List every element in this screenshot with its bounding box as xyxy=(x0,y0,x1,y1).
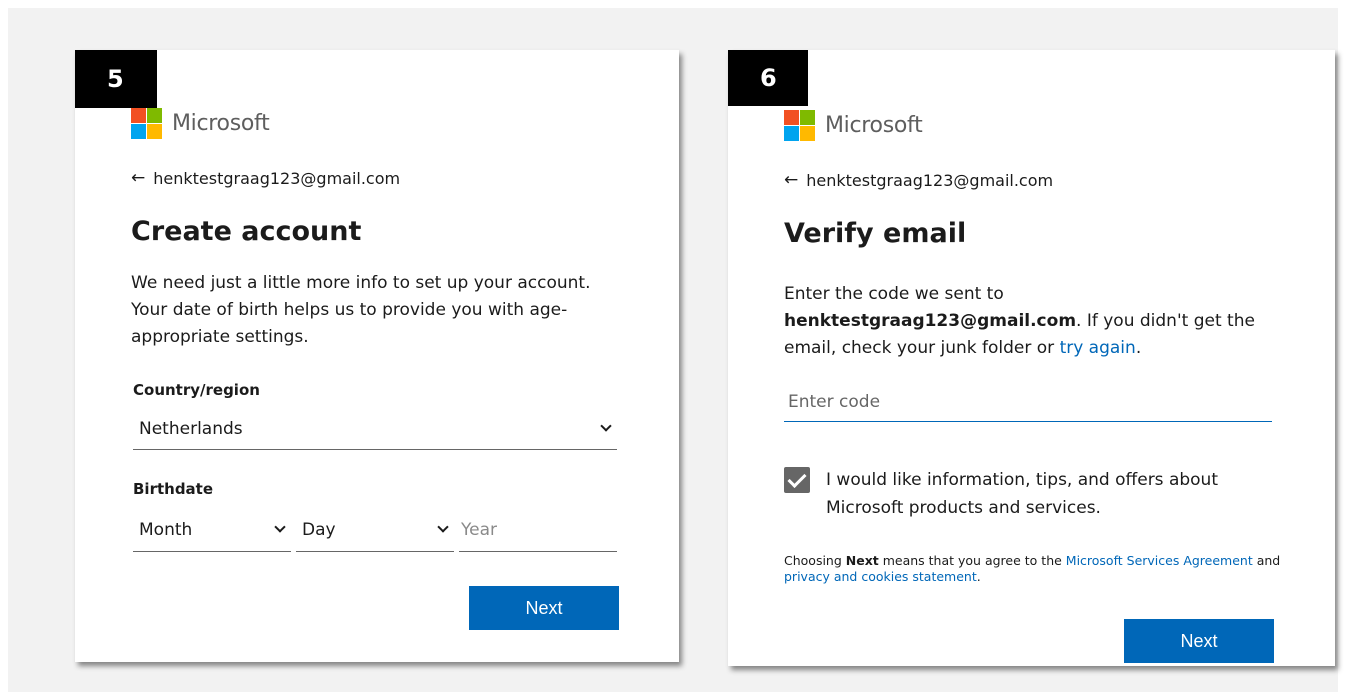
next-button[interactable]: Next xyxy=(1124,619,1274,663)
chevron-down-icon xyxy=(275,525,285,535)
step-badge: 5 xyxy=(75,50,157,108)
opt-in-label: I would like information, tips, and offe… xyxy=(826,470,1218,518)
code-input[interactable] xyxy=(784,382,1272,422)
page-title: Create account xyxy=(131,216,362,247)
day-value: Day xyxy=(302,519,336,540)
back-arrow-icon: ← xyxy=(131,168,146,188)
create-account-card: 5 Microsoft ← henktestgraag123@gmail.com… xyxy=(75,50,679,662)
page-description: We need just a little more info to set u… xyxy=(131,273,591,347)
country-value: Netherlands xyxy=(139,418,243,439)
microsoft-logo-icon xyxy=(131,108,162,139)
microsoft-wordmark: Microsoft xyxy=(172,111,270,136)
legal-bold: Next xyxy=(845,553,879,568)
country-label: Country/region xyxy=(133,381,260,399)
microsoft-logo: Microsoft xyxy=(131,108,270,139)
month-value: Month xyxy=(139,519,193,540)
legal-middle: means that you agree to the xyxy=(878,553,1066,568)
identity-email: henktestgraag123@gmail.com xyxy=(153,168,401,188)
birth-year-input[interactable] xyxy=(459,508,617,552)
legal-prefix: Choosing xyxy=(784,553,846,568)
birthdate-label: Birthdate xyxy=(133,480,214,498)
chevron-down-icon xyxy=(438,525,448,535)
marketing-opt-in[interactable]: I would like information, tips, and offe… xyxy=(784,466,1284,522)
microsoft-logo-icon xyxy=(784,110,815,141)
birth-month-select[interactable]: Month xyxy=(133,508,291,552)
chevron-down-icon xyxy=(601,424,611,434)
checkbox-checked-icon[interactable] xyxy=(784,467,810,493)
step-badge: 6 xyxy=(728,50,808,106)
screenshot-frame: 5 Microsoft ← henktestgraag123@gmail.com… xyxy=(8,8,1338,692)
legal-end: . xyxy=(976,569,981,584)
microsoft-logo: Microsoft xyxy=(784,110,923,141)
identity-email: henktestgraag123@gmail.com xyxy=(806,170,1054,190)
back-to-email-button[interactable]: ← henktestgraag123@gmail.com xyxy=(131,168,400,188)
legal-and: and xyxy=(1252,553,1281,568)
services-agreement-link[interactable]: Microsoft Services Agreement xyxy=(1066,553,1253,568)
back-arrow-icon: ← xyxy=(784,170,799,190)
description-end: . xyxy=(1135,338,1142,358)
next-button[interactable]: Next xyxy=(469,586,619,630)
try-again-link[interactable]: try again xyxy=(1060,338,1136,358)
privacy-statement-link[interactable]: privacy and cookies statement xyxy=(784,569,977,584)
page-title: Verify email xyxy=(784,218,967,249)
description-prefix: Enter the code we sent to xyxy=(784,284,1004,304)
verify-email-card: 6 Microsoft ← henktestgraag123@gmail.com… xyxy=(728,50,1335,666)
page-description: Enter the code we sent to henktestgraag1… xyxy=(784,281,1284,362)
birth-day-select[interactable]: Day xyxy=(296,508,454,552)
legal-notice: Choosing Next means that you agree to th… xyxy=(784,553,1284,585)
country-select[interactable]: Netherlands xyxy=(133,408,617,450)
description-email: henktestgraag123@gmail.com xyxy=(784,311,1077,331)
microsoft-wordmark: Microsoft xyxy=(825,113,923,138)
back-to-email-button[interactable]: ← henktestgraag123@gmail.com xyxy=(784,170,1053,190)
